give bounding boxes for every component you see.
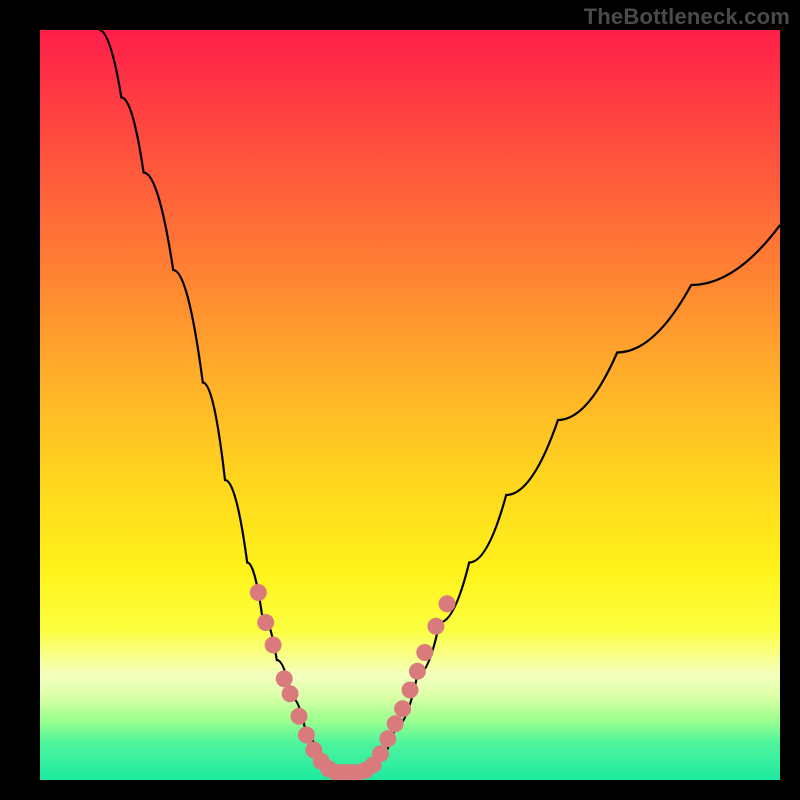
curve-marker <box>291 708 308 725</box>
curve-marker <box>416 644 433 661</box>
curve-marker <box>372 745 389 762</box>
curve-marker <box>379 730 396 747</box>
curve-marker <box>394 700 411 717</box>
curve-marker <box>276 670 293 687</box>
curve-marker <box>298 727 315 744</box>
bottleneck-curve-svg <box>40 30 780 780</box>
curve-marker <box>282 685 299 702</box>
curve-marker <box>409 663 426 680</box>
curve-marker <box>402 682 419 699</box>
curve-marker <box>387 715 404 732</box>
curve-marker <box>427 618 444 635</box>
curve-marker <box>439 595 456 612</box>
curve-marker <box>250 584 267 601</box>
curve-marker <box>265 637 282 654</box>
watermark-text: TheBottleneck.com <box>584 4 790 30</box>
chart-frame: TheBottleneck.com <box>0 0 800 800</box>
bottleneck-curve-path <box>99 30 780 773</box>
curve-markers-group <box>250 584 456 780</box>
curve-marker <box>257 614 274 631</box>
